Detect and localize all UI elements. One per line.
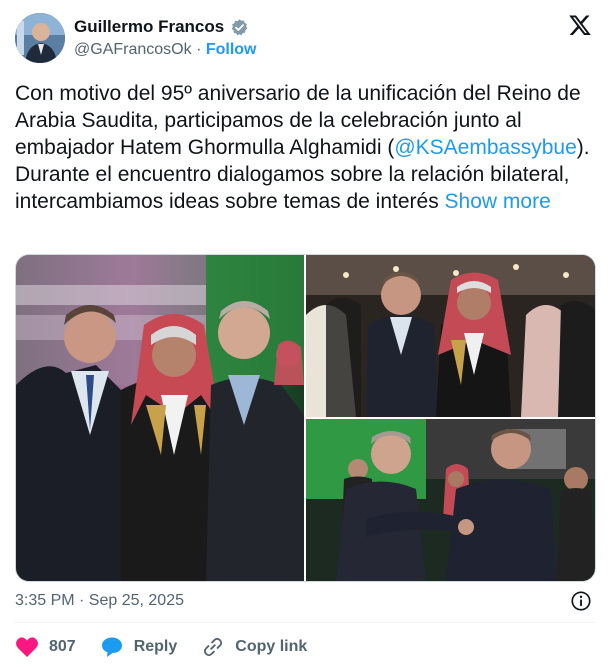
copy-link-button[interactable]: Copy link <box>201 636 307 658</box>
reply-bubble-icon <box>101 637 122 657</box>
x-logo-icon[interactable] <box>568 13 592 37</box>
divider <box>15 622 595 623</box>
info-icon[interactable] <box>570 590 592 612</box>
photo-1[interactable] <box>16 255 304 581</box>
author-handle[interactable]: @GAFrancosOk <box>74 41 192 58</box>
verified-badge-icon <box>230 18 249 37</box>
tweet-text: Con motivo del 95º aniversario de la uni… <box>15 80 600 215</box>
like-button[interactable]: 807 <box>15 636 76 658</box>
copy-link-label: Copy link <box>235 638 308 655</box>
media-grid <box>15 254 596 582</box>
timestamp[interactable]: 3:35 PM · Sep 25, 2025 <box>15 592 184 610</box>
photo-3[interactable] <box>306 419 595 581</box>
action-bar: 807 Reply Copy link <box>15 634 331 660</box>
photo-2[interactable] <box>306 255 595 417</box>
author-name-row: Guillermo Francos <box>74 17 249 37</box>
reply-label: Reply <box>133 638 178 655</box>
like-count: 807 <box>49 638 76 655</box>
heart-icon <box>16 637 38 657</box>
show-more-link[interactable]: Show more <box>445 190 551 213</box>
link-icon <box>204 637 223 657</box>
author-name[interactable]: Guillermo Francos <box>74 17 224 37</box>
mention-link[interactable]: @KSAembassybue <box>394 136 576 159</box>
author-handle-row: @GAFrancosOk · Follow <box>74 41 257 59</box>
tweet-header: Guillermo Francos @GAFrancosOk · Follow <box>15 10 595 66</box>
avatar[interactable] <box>15 13 65 63</box>
separator-dot: · <box>196 41 202 58</box>
reply-button[interactable]: Reply <box>100 636 178 658</box>
follow-button[interactable]: Follow <box>206 41 257 58</box>
tweet-card: Guillermo Francos @GAFrancosOk · Follow … <box>0 0 610 667</box>
